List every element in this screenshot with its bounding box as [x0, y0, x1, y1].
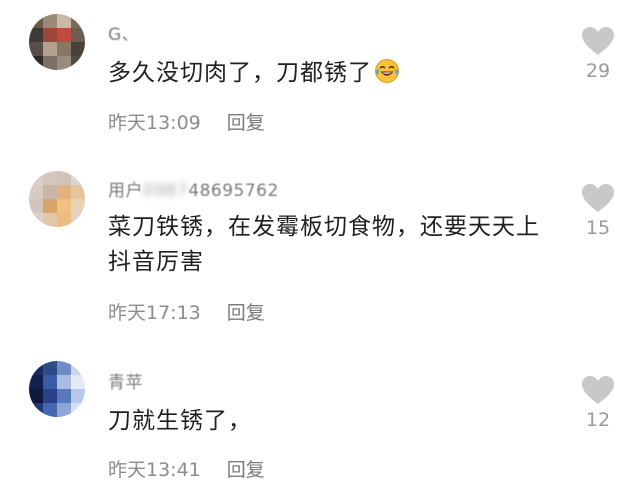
avatar-pixel	[29, 375, 43, 389]
comment-body: 菜刀铁锈，在发霉板切食物，还要天天上抖音厉害	[108, 214, 540, 275]
comment-body: 多久没切肉了，刀都锈了	[108, 60, 372, 86]
like-button[interactable]: 15	[576, 183, 620, 239]
avatar-pixel	[71, 213, 85, 227]
like-count: 15	[585, 217, 611, 239]
avatar-pixel	[43, 171, 57, 185]
avatar-mosaic	[29, 361, 85, 417]
avatar-pixel	[57, 375, 71, 389]
avatar[interactable]	[29, 171, 85, 227]
username-text: 用户	[108, 181, 143, 201]
comment-time: 昨天13:41	[108, 459, 201, 481]
username-blurred: 0987	[143, 181, 189, 201]
avatar-pixel	[71, 171, 85, 185]
avatar-pixel	[43, 14, 57, 28]
like-button[interactable]: 29	[576, 26, 620, 82]
avatar-pixel	[43, 403, 57, 417]
avatar-pixel	[71, 14, 85, 28]
username[interactable]: 用户098748695762	[108, 176, 279, 201]
avatar-pixel	[29, 389, 43, 403]
avatar-pixel	[43, 375, 57, 389]
avatar-pixel	[57, 361, 71, 375]
comment-time: 昨天13:09	[108, 112, 201, 134]
like-count: 12	[585, 409, 611, 431]
avatar-pixel	[71, 403, 85, 417]
avatar-pixel	[29, 14, 43, 28]
comment-text: 菜刀铁锈，在发霉板切食物，还要天天上抖音厉害	[108, 210, 548, 280]
avatar-pixel	[43, 185, 57, 199]
avatar-pixel	[57, 14, 71, 28]
username-text: 青苹	[108, 373, 143, 393]
avatar-pixel	[71, 185, 85, 199]
avatar-pixel	[57, 213, 71, 227]
avatar-pixel	[57, 171, 71, 185]
avatar-pixel	[43, 56, 57, 70]
comment-body: 刀就生锈了，	[108, 408, 252, 434]
comment-meta: 昨天13:09 回复	[108, 108, 265, 135]
avatar-pixel	[43, 389, 57, 403]
avatar-mosaic	[29, 171, 85, 227]
avatar-pixel	[71, 361, 85, 375]
avatar-pixel	[43, 28, 57, 42]
avatar-pixel	[29, 199, 43, 213]
comment-text: 刀就生锈了，	[108, 404, 548, 439]
heart-icon	[582, 184, 614, 212]
avatar-pixel	[71, 375, 85, 389]
heart-icon	[582, 27, 614, 55]
reply-button[interactable]: 回复	[227, 302, 265, 324]
reply-button[interactable]: 回复	[227, 459, 265, 481]
avatar[interactable]	[29, 361, 85, 417]
username[interactable]: 青苹	[108, 368, 143, 393]
comment-meta: 昨天17:13 回复	[108, 298, 265, 325]
avatar-pixel	[71, 199, 85, 213]
username-text: G、	[108, 25, 140, 45]
avatar-pixel	[57, 56, 71, 70]
heart-icon	[582, 376, 614, 404]
avatar-pixel	[43, 361, 57, 375]
avatar-pixel	[57, 403, 71, 417]
avatar-pixel	[29, 42, 43, 56]
avatar-pixel	[29, 185, 43, 199]
avatar-pixel	[71, 28, 85, 42]
avatar-pixel	[57, 28, 71, 42]
avatar-pixel	[29, 213, 43, 227]
avatar-pixel	[57, 389, 71, 403]
avatar-pixel	[29, 361, 43, 375]
avatar-pixel	[43, 213, 57, 227]
avatar-pixel	[29, 28, 43, 42]
avatar-pixel	[57, 42, 71, 56]
comment-meta: 昨天13:41 回复	[108, 455, 265, 482]
avatar-pixel	[57, 185, 71, 199]
username-tail: 48695762	[188, 181, 279, 201]
avatar-pixel	[71, 56, 85, 70]
avatar-pixel	[29, 171, 43, 185]
avatar-mosaic	[29, 14, 85, 70]
avatar-pixel	[43, 42, 57, 56]
avatar-pixel	[29, 403, 43, 417]
laughing-crying-emoji-icon	[375, 59, 399, 83]
reply-button[interactable]: 回复	[227, 112, 265, 134]
username[interactable]: G、	[108, 20, 139, 45]
avatar[interactable]	[29, 14, 85, 70]
like-count: 29	[585, 60, 611, 82]
comment-text: 多久没切肉了，刀都锈了	[108, 56, 548, 91]
avatar-pixel	[71, 389, 85, 403]
comment-time: 昨天17:13	[108, 302, 201, 324]
like-button[interactable]: 12	[576, 375, 620, 431]
avatar-pixel	[71, 42, 85, 56]
avatar-pixel	[57, 199, 71, 213]
avatar-pixel	[43, 199, 57, 213]
avatar-pixel	[29, 56, 43, 70]
